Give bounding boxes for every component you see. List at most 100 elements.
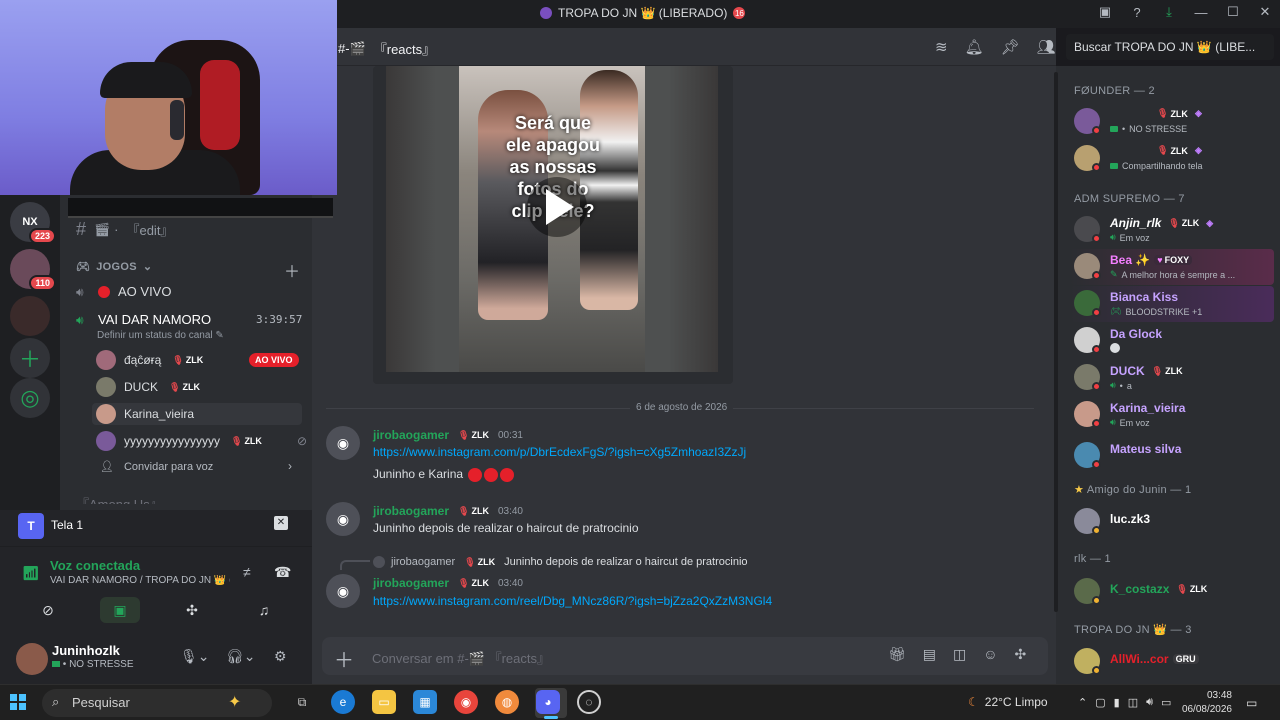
disconnect-icon[interactable]: ☎ bbox=[274, 564, 291, 581]
help-icon[interactable]: ? bbox=[1130, 5, 1144, 20]
member-row[interactable]: DUCK 🎙︎ ZLK 🔊︎ • a bbox=[1074, 362, 1274, 398]
member-activity: Compartilhando tela bbox=[1110, 161, 1203, 171]
app-icon[interactable]: ◍ bbox=[495, 690, 519, 714]
close-button[interactable]: ✕ bbox=[1258, 4, 1272, 20]
obs-icon[interactable]: ◌ bbox=[577, 690, 601, 714]
inbox-icon[interactable]: ▣ bbox=[1098, 4, 1112, 20]
member-row[interactable]: Da Glock bbox=[1074, 325, 1274, 361]
voice-channel-ao-vivo[interactable]: 🔊︎ AO VIVO bbox=[76, 284, 171, 299]
gif-icon[interactable]: ▤ bbox=[923, 646, 936, 663]
member-row[interactable]: K_costazx 🎙︎ ZLK bbox=[1074, 576, 1274, 612]
volume-icon[interactable]: 🔊︎ bbox=[1146, 696, 1153, 709]
signal-icon[interactable]: 📶︎ bbox=[22, 565, 40, 582]
status-dnd-icon bbox=[1092, 234, 1101, 243]
voice-member[interactable]: Karina_vieira bbox=[96, 404, 194, 424]
status-idle-icon bbox=[1092, 666, 1101, 675]
server-icon-nx[interactable]: NX 223 bbox=[10, 202, 56, 244]
invite-to-voice[interactable]: 👤︎ Convidar para voz bbox=[100, 460, 213, 474]
member-row[interactable]: 🎙︎ ZLK ◈ Compartilhando tela bbox=[1074, 143, 1274, 179]
soundboard-button[interactable]: ♫ bbox=[244, 597, 284, 623]
screen-share-label[interactable]: Tela 1 bbox=[51, 518, 83, 532]
windows-start-icon[interactable] bbox=[10, 694, 26, 710]
message-author[interactable]: jirobaogamer bbox=[373, 576, 449, 590]
chat-scrollbar[interactable] bbox=[1054, 72, 1058, 612]
composer-placeholder[interactable]: Conversar em #-🎬 『reacts』 bbox=[372, 648, 550, 667]
voice-channel-vai-dar-namoro[interactable]: 🔊︎ VAI DAR NAMORO bbox=[76, 312, 211, 327]
message-avatar[interactable]: ◉ bbox=[326, 574, 360, 608]
settings-gear-icon[interactable]: ⚙ bbox=[274, 648, 287, 665]
reply-preview[interactable]: jirobaogamer 🎙︎ ZLK Juninho depois de rea… bbox=[373, 556, 748, 568]
activities-button[interactable]: ✣ bbox=[172, 597, 212, 623]
message-text: Juninho depois de realizar o haircut de … bbox=[373, 521, 639, 535]
category-jogos[interactable]: 🎮︎ JOGOS ⌄ bbox=[76, 260, 152, 274]
chevron-up-icon[interactable]: ⌃ bbox=[1078, 696, 1087, 709]
download-icon[interactable]: ⤓ bbox=[1162, 4, 1176, 20]
message-author[interactable]: jirobaogamer bbox=[373, 504, 449, 518]
add-server-icon[interactable]: ＋ bbox=[10, 338, 50, 378]
voice-channel-among-us[interactable]: 『Among Us』 bbox=[76, 494, 163, 504]
camera-off-button[interactable]: ⊘ bbox=[28, 597, 68, 623]
avatar[interactable] bbox=[16, 643, 48, 675]
text-channel-edit[interactable]: # 🎬︎ · 『edit』 bbox=[76, 219, 173, 240]
tray-icon[interactable]: ▮ bbox=[1114, 696, 1120, 709]
headphones-icon[interactable]: 🎧︎⌄ bbox=[226, 648, 256, 665]
tray-app-icon[interactable]: ▢ bbox=[1095, 696, 1105, 709]
create-channel-icon[interactable]: ＋ bbox=[284, 258, 300, 282]
discord-icon[interactable]: ◕ bbox=[536, 690, 560, 714]
voice-member[interactable]: đąĉøɍą 🎙︎ ZLK bbox=[96, 350, 206, 370]
member-row[interactable]: Karina_vieira 🔊︎ Em voz bbox=[1074, 399, 1274, 435]
member-section-header: rlk — 1 bbox=[1074, 553, 1111, 565]
pin-icon[interactable]: 📌︎ bbox=[1001, 38, 1020, 56]
channel-status-hint[interactable]: Definir um status do canal ✎ bbox=[97, 330, 224, 341]
screen-share-button[interactable]: ▣ bbox=[100, 597, 140, 623]
microphone-icon[interactable]: 🎙︎⌄ bbox=[180, 648, 210, 665]
file-explorer-icon[interactable]: ▭ bbox=[372, 690, 396, 714]
message-avatar[interactable]: ◉ bbox=[326, 426, 360, 460]
message-link[interactable]: https://www.instagram.com/p/DbrEcdexFgS/… bbox=[373, 445, 746, 459]
noise-suppression-icon[interactable]: ≠ bbox=[243, 564, 251, 580]
member-activity: • NO STRESSE bbox=[1110, 124, 1187, 134]
voice-member[interactable]: yyyyyyyyyyyyyyyy 🎙︎ ZLK ⊘ bbox=[96, 431, 307, 451]
member-row[interactable]: Anjin_rlk 🎙︎ ZLK ◈ 🔊︎ Em voz bbox=[1074, 214, 1274, 250]
network-icon[interactable]: ◫ bbox=[1128, 696, 1138, 709]
apps-icon[interactable]: ✣ bbox=[1015, 646, 1027, 663]
message-author[interactable]: jirobaogamer bbox=[373, 428, 449, 442]
clock[interactable]: 03:48 06/08/2026 bbox=[1178, 689, 1232, 717]
server-icon-folder-2[interactable] bbox=[10, 296, 50, 336]
search-input[interactable]: Buscar TROPA DO JN 👑 (LIBE... bbox=[1066, 34, 1274, 60]
maximize-button[interactable]: ☐ bbox=[1226, 4, 1240, 20]
emoji-icon[interactable]: ☺ bbox=[983, 646, 997, 663]
member-row[interactable]: Mateus silva bbox=[1074, 440, 1274, 476]
stop-share-icon[interactable]: ✕ bbox=[274, 516, 288, 530]
member-row[interactable]: Bianca Kiss 🎮︎ BLOODSTRIKE +1 bbox=[1074, 288, 1274, 324]
status-dnd-icon bbox=[1092, 419, 1101, 428]
sticker-icon[interactable]: ◫ bbox=[953, 646, 966, 663]
minimize-button[interactable]: — bbox=[1194, 5, 1208, 20]
add-attachment-icon[interactable]: ＋ bbox=[334, 644, 354, 673]
role-tag: 🎙︎ ZLK bbox=[458, 505, 489, 517]
message-link[interactable]: https://www.instagram.com/reel/Dbg_MNcz8… bbox=[373, 594, 772, 608]
gift-icon[interactable]: 🎁︎ bbox=[888, 646, 906, 663]
voice-member[interactable]: DUCK 🎙︎ ZLK bbox=[96, 377, 203, 397]
chrome-icon[interactable]: ◉ bbox=[454, 690, 478, 714]
battery-icon[interactable]: ▭ bbox=[1161, 696, 1171, 709]
bell-icon[interactable]: 🔔︎ bbox=[965, 38, 984, 56]
edge-icon[interactable]: e bbox=[331, 690, 355, 714]
member-activity: ✎ A melhor hora é sempre a ... bbox=[1110, 269, 1236, 280]
weather-widget[interactable]: ☾ 22°C Limpo bbox=[968, 695, 1048, 709]
task-view-icon[interactable]: ⧉ bbox=[290, 690, 314, 714]
members-icon[interactable]: 👥︎ bbox=[1037, 38, 1056, 56]
voice-connected-channel[interactable]: VAI DAR NAMORO / TROPA DO JN 👑 (... bbox=[50, 575, 230, 586]
member-row[interactable]: Bea ✨ ♥ FOXY ✎ A melhor hora é sempre a ... bbox=[1074, 251, 1274, 287]
member-row[interactable]: luc.zk3 bbox=[1074, 506, 1274, 542]
play-button[interactable] bbox=[527, 177, 587, 237]
threads-icon[interactable]: ≋ bbox=[935, 38, 948, 56]
store-icon[interactable]: ▦ bbox=[413, 690, 437, 714]
notification-icon[interactable]: ▭ bbox=[1246, 696, 1257, 710]
server-icon-folder[interactable]: 110 bbox=[10, 249, 56, 291]
username[interactable]: Juninhozlk bbox=[52, 643, 120, 658]
member-row[interactable]: AllWi...cor GRU bbox=[1074, 646, 1274, 682]
message-avatar[interactable]: ◉ bbox=[326, 502, 360, 536]
member-row[interactable]: 🎙︎ ZLK ◈ • NO STRESSE bbox=[1074, 106, 1274, 142]
discover-icon[interactable]: ◎ bbox=[10, 378, 50, 418]
